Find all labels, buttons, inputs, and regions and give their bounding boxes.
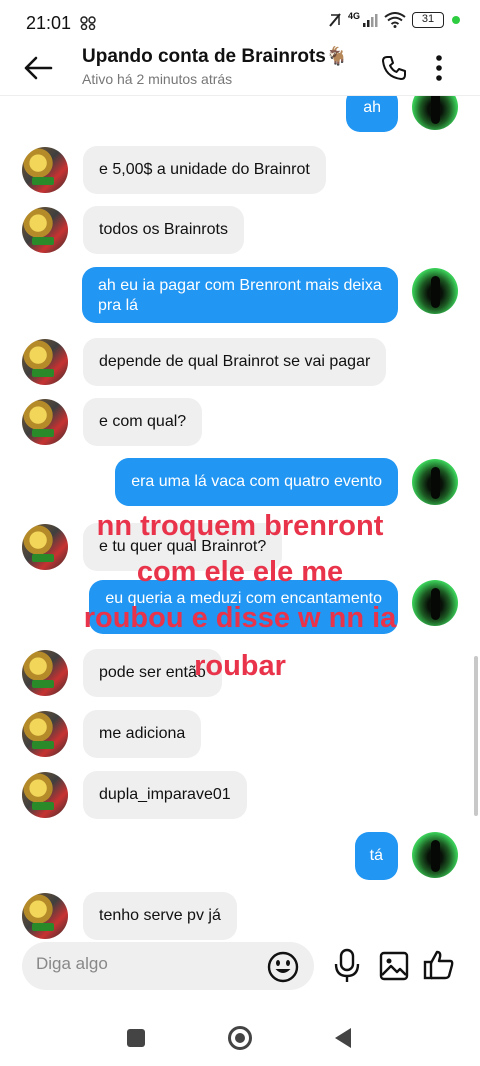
recent-apps-button[interactable] [127, 1029, 145, 1047]
incoming-message[interactable]: pode ser então [83, 649, 222, 697]
incoming-message[interactable]: e tu quer qual Brainrot? [83, 523, 283, 571]
outgoing-message[interactable]: ah [346, 96, 398, 132]
contact-avatar[interactable] [22, 650, 68, 696]
incoming-message[interactable]: todos os Brainrots [83, 206, 244, 254]
outgoing-message[interactable]: era uma lá vaca com quatro evento [115, 458, 398, 506]
notification-icon [80, 16, 96, 30]
message-input[interactable] [36, 954, 256, 974]
active-status: Ativo há 2 minutos atrás [82, 71, 233, 87]
goat-emoji: 🐐 [325, 46, 349, 66]
contact-avatar[interactable] [22, 339, 68, 385]
scrollbar[interactable] [474, 656, 478, 816]
home-button[interactable] [228, 1026, 252, 1050]
call-button[interactable] [378, 52, 410, 84]
contact-avatar[interactable] [22, 711, 68, 757]
more-vertical-icon [436, 55, 442, 81]
my-avatar[interactable] [412, 96, 458, 130]
my-avatar[interactable] [412, 580, 458, 626]
contact-avatar[interactable] [22, 399, 68, 445]
incoming-message[interactable]: e com qual? [83, 398, 203, 446]
battery-indicator: 31 [412, 12, 444, 28]
contact-avatar[interactable] [22, 772, 68, 818]
chat-title[interactable]: Upando conta de Brainrots🐐 [82, 46, 348, 68]
incoming-message[interactable]: depende de qual Brainrot se vai pagar [83, 338, 387, 386]
contact-avatar[interactable] [22, 207, 68, 253]
arrow-left-icon [24, 56, 53, 80]
incoming-message[interactable]: dupla_imparave01 [83, 771, 247, 819]
wifi-icon [384, 12, 406, 28]
outgoing-message[interactable]: ah eu ia pagar com Brenront mais deixa p… [82, 267, 398, 323]
message-list[interactable]: ah e 5,00$ a unidade do Brainrot todos o… [0, 96, 480, 940]
cell-signal-icon [363, 14, 378, 27]
status-indicators: 4G 31 [328, 11, 460, 28]
outgoing-message[interactable]: eu queria a meduzi com encantamento [89, 580, 398, 634]
network-type: 4G [347, 11, 360, 21]
system-navigation-bar [0, 1016, 480, 1066]
phone-icon [382, 56, 406, 80]
back-button[interactable] [18, 50, 58, 86]
incoming-message[interactable]: tenho serve pv já [83, 892, 237, 940]
chat-header: Upando conta de Brainrots🐐 Ativo há 2 mi… [0, 40, 480, 96]
contact-avatar[interactable] [22, 893, 68, 939]
outgoing-message[interactable]: tá [354, 832, 398, 880]
contact-avatar[interactable] [22, 524, 68, 570]
system-back-button[interactable] [335, 1028, 351, 1048]
vibrate-icon [329, 13, 341, 27]
my-avatar[interactable] [412, 832, 458, 878]
thumbs-up-icon[interactable] [422, 948, 456, 982]
chat-title-text: Upando conta de Brainrots [82, 46, 326, 67]
my-avatar[interactable] [412, 459, 458, 505]
more-options-button[interactable] [426, 52, 452, 84]
my-avatar[interactable] [412, 268, 458, 314]
emoji-icon[interactable] [266, 950, 300, 984]
status-time: 21:01 [26, 13, 72, 33]
incoming-message[interactable]: me adiciona [83, 710, 202, 758]
incoming-message[interactable]: e 5,00$ a unidade do Brainrot [83, 146, 326, 194]
contact-avatar[interactable] [22, 147, 68, 193]
microphone-icon[interactable] [332, 948, 362, 984]
privacy-dot [452, 16, 460, 24]
gallery-icon[interactable] [378, 950, 410, 982]
